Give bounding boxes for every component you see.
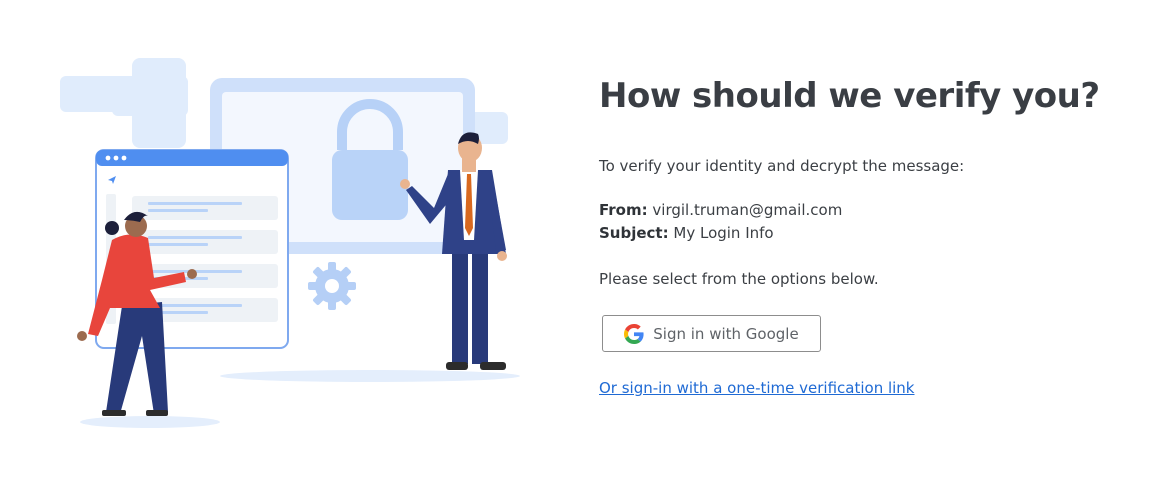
one-time-verification-link[interactable]: Or sign-in with a one-time verification … (599, 379, 915, 397)
intro-text: To verify your identity and decrypt the … (599, 157, 965, 175)
google-g-icon (624, 323, 644, 344)
from-row: From: virgil.truman@gmail.com (599, 199, 1119, 222)
verification-panel: How should we verify you? To verify your… (599, 72, 1119, 397)
google-button-label: Sign in with Google (653, 324, 799, 343)
message-details: From: virgil.truman@gmail.com Subject: M… (599, 199, 1119, 245)
verification-page: How should we verify you? To verify your… (0, 0, 1160, 478)
sign-in-with-google-button[interactable]: Sign in with Google (602, 315, 821, 352)
subject-value: My Login Info (673, 224, 774, 242)
gear-icon (308, 262, 356, 310)
page-title: How should we verify you? (599, 76, 1100, 116)
subject-row: Subject: My Login Info (599, 222, 1119, 245)
verification-illustration (60, 58, 520, 428)
instruction-text: Please select from the options below. (599, 270, 879, 288)
subject-label: Subject: (599, 224, 669, 242)
from-value: virgil.truman@gmail.com (652, 201, 843, 219)
from-label: From: (599, 201, 648, 219)
